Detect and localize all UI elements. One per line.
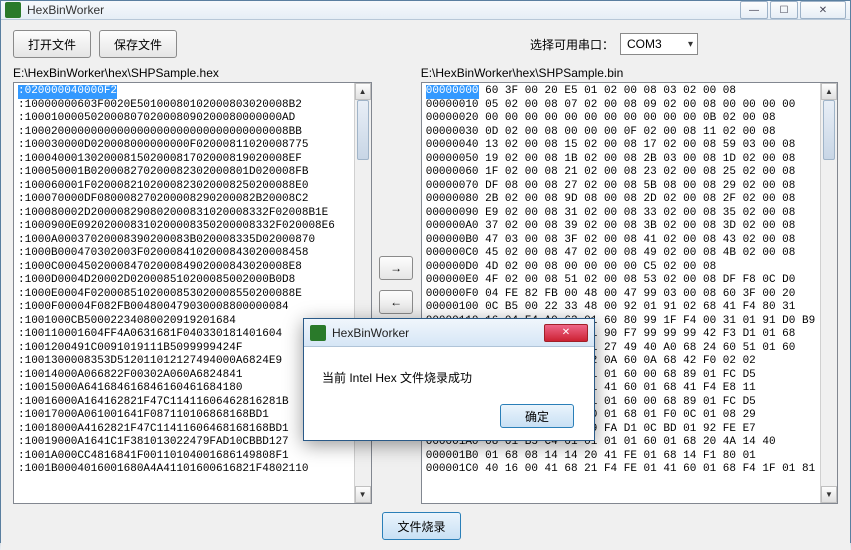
- client-area: 打开文件 保存文件 选择可用串口： COM3 E:\HexBinWorker\h…: [1, 20, 850, 550]
- dialog-close-button[interactable]: ✕: [544, 324, 588, 342]
- main-window: HexBinWorker — ☐ ✕ 打开文件 保存文件 选择可用串口： COM…: [0, 0, 851, 543]
- open-file-button[interactable]: 打开文件: [13, 30, 91, 58]
- convert-right-button[interactable]: →: [379, 256, 413, 280]
- scroll-up-icon[interactable]: ▲: [355, 83, 371, 100]
- convert-left-button[interactable]: ←: [379, 290, 413, 314]
- dialog-app-icon: [310, 325, 326, 341]
- serial-port-value: COM3: [627, 37, 662, 51]
- scroll-down-icon[interactable]: ▼: [355, 486, 371, 503]
- dialog-message: 当前 Intel Hex 文件烧录成功: [304, 347, 594, 396]
- minimize-button[interactable]: —: [740, 1, 768, 19]
- hex-file-path: E:\HexBinWorker\hex\SHPSample.hex: [13, 66, 372, 80]
- app-icon: [5, 2, 21, 18]
- serial-port-label: 选择可用串口：: [530, 36, 614, 53]
- scroll-thumb[interactable]: [357, 100, 369, 160]
- dialog-title: HexBinWorker: [332, 326, 544, 340]
- message-dialog: HexBinWorker ✕ 当前 Intel Hex 文件烧录成功 确定: [303, 318, 595, 441]
- window-title: HexBinWorker: [27, 3, 740, 17]
- close-button[interactable]: ✕: [800, 1, 846, 19]
- maximize-button[interactable]: ☐: [770, 1, 798, 19]
- flash-button[interactable]: 文件烧录: [382, 512, 460, 540]
- scroll-up-icon[interactable]: ▲: [821, 83, 837, 100]
- bin-scrollbar[interactable]: ▲ ▼: [820, 83, 837, 503]
- scroll-down-icon[interactable]: ▼: [821, 486, 837, 503]
- titlebar[interactable]: HexBinWorker — ☐ ✕: [1, 1, 850, 20]
- serial-port-select[interactable]: COM3: [620, 33, 698, 55]
- bin-file-path: E:\HexBinWorker\hex\SHPSample.bin: [421, 66, 838, 80]
- toolbar: 打开文件 保存文件 选择可用串口： COM3: [13, 30, 838, 58]
- dialog-titlebar[interactable]: HexBinWorker ✕: [304, 319, 594, 347]
- dialog-ok-button[interactable]: 确定: [500, 404, 574, 428]
- save-file-button[interactable]: 保存文件: [99, 30, 177, 58]
- scroll-thumb[interactable]: [823, 100, 835, 160]
